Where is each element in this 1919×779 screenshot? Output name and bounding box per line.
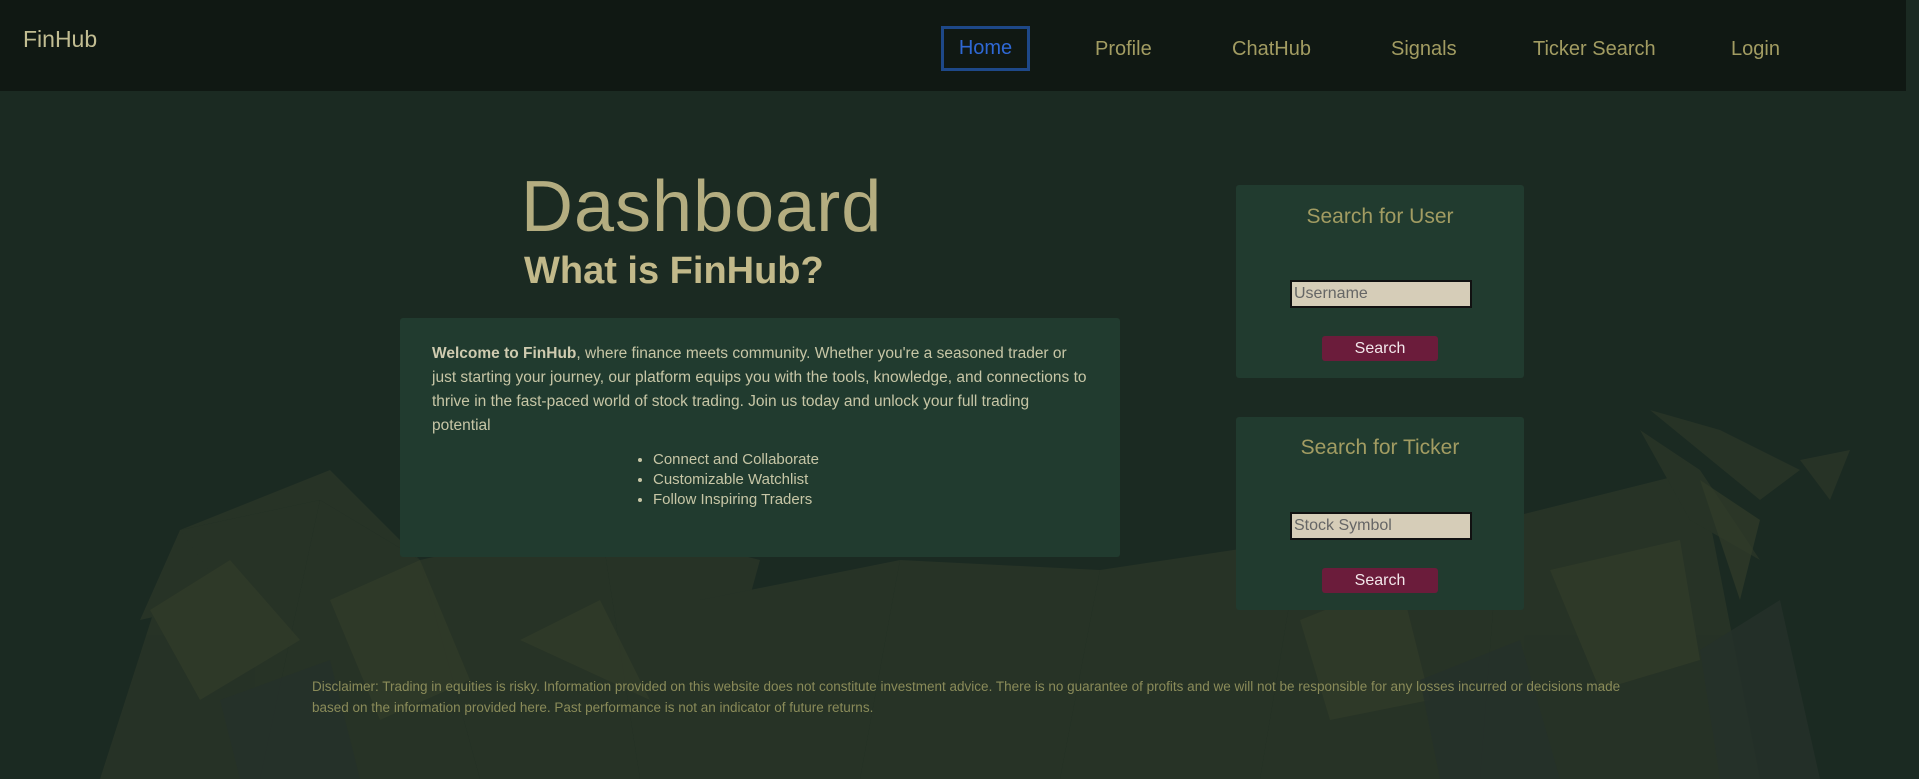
user-search-card: Search for User Search: [1236, 185, 1524, 378]
user-search-title: Search for User: [1306, 205, 1454, 228]
ticker-search-button[interactable]: Search: [1322, 568, 1438, 593]
nav-signals-link[interactable]: Signals: [1391, 38, 1457, 61]
welcome-card: Welcome to FinHub, where finance meets c…: [400, 318, 1120, 557]
page-content: Dashboard What is FinHub? Welcome to Fin…: [0, 0, 1919, 779]
section-heading: What is FinHub?: [524, 250, 824, 292]
brand-logo[interactable]: FinHub: [23, 26, 97, 53]
user-search-button[interactable]: Search: [1322, 336, 1438, 361]
feature-item: Follow Inspiring Traders: [653, 490, 1088, 510]
nav-ticker-search-link[interactable]: Ticker Search: [1533, 38, 1656, 61]
feature-list: Connect and Collaborate Customizable Wat…: [432, 450, 1088, 510]
nav-profile-link[interactable]: Profile: [1095, 38, 1152, 61]
page-title: Dashboard: [521, 167, 883, 247]
top-navbar: FinHub Home Profile ChatHub Signals Tick…: [0, 0, 1906, 91]
stock-symbol-input[interactable]: [1290, 512, 1472, 540]
username-input[interactable]: [1290, 280, 1472, 308]
ticker-search-title: Search for Ticker: [1300, 436, 1460, 459]
nav-home-link[interactable]: Home: [941, 26, 1030, 71]
welcome-text: Welcome to FinHub, where finance meets c…: [432, 342, 1088, 438]
feature-item: Connect and Collaborate: [653, 450, 1088, 470]
ticker-search-card: Search for Ticker Search: [1236, 417, 1524, 610]
nav-chathub-link[interactable]: ChatHub: [1232, 38, 1311, 61]
disclaimer-text: Disclaimer: Trading in equities is risky…: [312, 679, 1621, 715]
feature-item: Customizable Watchlist: [653, 470, 1088, 490]
nav-login-link[interactable]: Login: [1731, 38, 1780, 61]
welcome-bold: Welcome to FinHub: [432, 345, 577, 362]
